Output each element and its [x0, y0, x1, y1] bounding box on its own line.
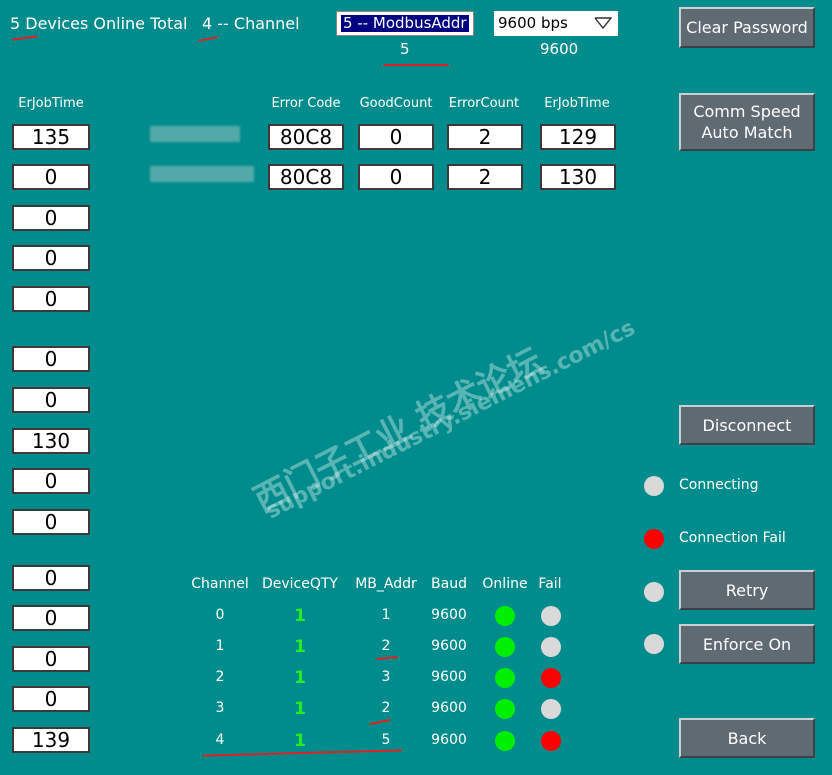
left-erjobtime-header: ErJobTime	[18, 96, 84, 111]
fail-indicator	[541, 637, 561, 657]
erjobtime-field[interactable]: 130	[12, 428, 90, 454]
channel-header: Channel	[191, 576, 249, 592]
modbus-addr-select[interactable]: 5 -- ModbusAddr	[336, 11, 474, 36]
erjobtime-field[interactable]: 0	[12, 509, 90, 535]
channel-cell: 3	[215, 700, 225, 716]
fail-indicator	[541, 731, 561, 751]
baud-rate-select[interactable]: 9600 bps	[494, 11, 618, 36]
erjobtime-field[interactable]: 0	[12, 346, 90, 372]
erjobtime-field[interactable]: 0	[12, 605, 90, 631]
channel-cell: 0	[215, 607, 225, 623]
mb-addr-header: MB_Addr	[355, 576, 417, 592]
annotation-underline	[375, 655, 399, 661]
erjobtime-field[interactable]: 0	[12, 205, 90, 231]
error-count-header: ErrorCount	[448, 96, 520, 111]
error-count-field[interactable]: 2	[447, 164, 523, 190]
annotation-underline	[383, 64, 449, 66]
chevron-down-icon	[594, 17, 612, 30]
annotation-underline	[197, 36, 219, 42]
channel-text: 4 -- Channel	[202, 14, 300, 33]
online-indicator	[495, 606, 515, 626]
connecting-label: Connecting	[679, 477, 759, 493]
error-code-field[interactable]: 80C8	[268, 164, 344, 190]
mb-addr-cell: 5	[381, 732, 391, 748]
disconnect-button[interactable]: Disconnect	[679, 405, 815, 445]
erjobtime-header: ErJobTime	[544, 96, 610, 111]
good-count-field[interactable]: 0	[358, 124, 434, 150]
back-button[interactable]: Back	[679, 718, 815, 758]
device-qty-cell: 1	[294, 699, 306, 719]
fail-indicator	[541, 668, 561, 688]
mb-addr-cell: 2	[381, 638, 391, 654]
erjobtime-field[interactable]: 0	[12, 286, 90, 312]
fail-header: Fail	[538, 576, 562, 592]
baud-cell: 9600	[431, 638, 467, 654]
annotation-underline	[11, 35, 39, 41]
comm-speed-auto-match-button[interactable]: Comm Speed Auto Match	[679, 93, 815, 151]
online-indicator	[495, 637, 515, 657]
watermark-url: support.industry.siemens.com/cs	[262, 315, 640, 525]
online-indicator	[495, 699, 515, 719]
baud-rate-selected: 9600 bps	[498, 14, 568, 32]
modbus-addr-selected: 5 -- ModbusAddr	[340, 14, 470, 33]
baud-cell: 9600	[431, 700, 467, 716]
erjobtime-field[interactable]: 0	[12, 468, 90, 494]
erjobtime-field[interactable]: 130	[540, 164, 616, 190]
erjobtime-field[interactable]: 0	[12, 164, 90, 190]
connection-fail-label: Connection Fail	[679, 530, 786, 546]
fail-indicator	[541, 699, 561, 719]
baud-header: Baud	[431, 576, 467, 592]
mb-addr-cell: 2	[381, 700, 391, 716]
erjobtime-field[interactable]: 139	[12, 727, 90, 753]
fail-indicator	[541, 606, 561, 626]
channel-cell: 2	[215, 669, 225, 685]
annotation-underline	[369, 718, 391, 726]
online-indicator	[495, 731, 515, 751]
retry-button[interactable]: Retry	[679, 570, 815, 610]
baud-cell: 9600	[431, 732, 467, 748]
retry-indicator	[644, 582, 664, 602]
erjobtime-field[interactable]: 0	[12, 646, 90, 672]
good-count-field[interactable]: 0	[358, 164, 434, 190]
erjobtime-field[interactable]: 0	[12, 245, 90, 271]
device-qty-cell: 1	[294, 637, 306, 657]
erjobtime-field[interactable]: 129	[540, 124, 616, 150]
baud-cell: 9600	[431, 607, 467, 623]
channel-cell: 4	[215, 732, 225, 748]
enforce-on-button[interactable]: Enforce On	[679, 624, 815, 664]
good-count-header: GoodCount	[359, 96, 433, 111]
erjobtime-field[interactable]: 135	[12, 124, 90, 150]
mb-addr-cell: 1	[381, 607, 391, 623]
redacted-label	[150, 166, 254, 182]
erjobtime-field[interactable]: 0	[12, 387, 90, 413]
devices-online-text: 5 Devices Online Total	[10, 14, 188, 33]
mb-addr-cell: 3	[381, 669, 391, 685]
connection-fail-indicator	[644, 529, 664, 549]
erjobtime-field[interactable]: 0	[12, 686, 90, 712]
baud-rate-value: 9600	[540, 40, 579, 58]
device-qty-cell: 1	[294, 606, 306, 626]
error-code-field[interactable]: 80C8	[268, 124, 344, 150]
online-indicator	[495, 668, 515, 688]
online-header: Online	[482, 576, 528, 592]
redacted-label	[150, 126, 240, 142]
connecting-indicator	[644, 476, 664, 496]
modbus-addr-value: 5	[400, 40, 410, 58]
baud-cell: 9600	[431, 669, 467, 685]
enforce-on-indicator	[644, 634, 664, 654]
channel-cell: 1	[215, 638, 225, 654]
error-count-field[interactable]: 2	[447, 124, 523, 150]
device-qty-cell: 1	[294, 731, 306, 751]
device-qty-header: DeviceQTY	[261, 576, 338, 592]
device-qty-cell: 1	[294, 668, 306, 688]
error-code-header: Error Code	[271, 96, 341, 111]
clear-password-button[interactable]: Clear Password	[679, 7, 815, 48]
erjobtime-field[interactable]: 0	[12, 565, 90, 591]
